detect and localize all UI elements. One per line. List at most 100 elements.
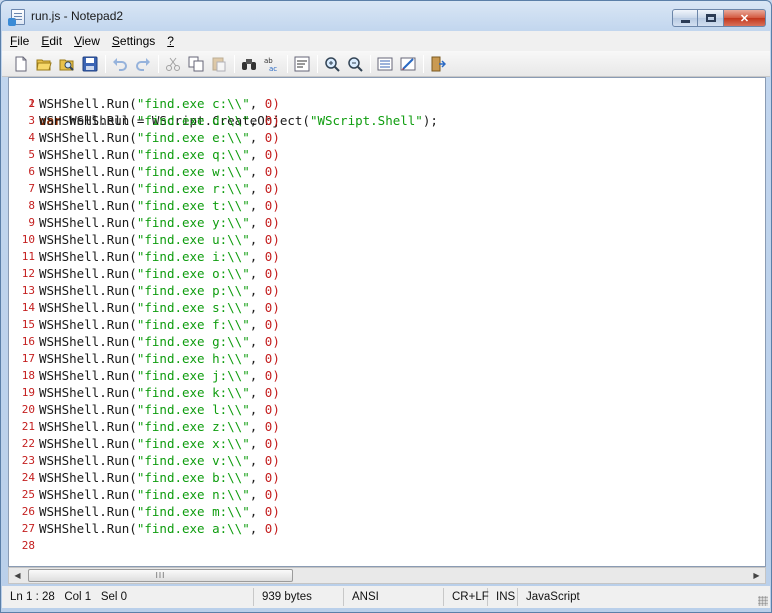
menu-edit[interactable]: Edit — [41, 34, 62, 48]
save-button[interactable] — [79, 53, 101, 75]
code-line[interactable]: 20 WSHShell.Run("find.exe l:\\", 0) — [9, 401, 765, 418]
toolbar-separator — [234, 54, 235, 73]
exit-button[interactable] — [427, 53, 449, 75]
scroll-right-button[interactable]: ▶ — [748, 568, 765, 583]
copy-icon — [188, 56, 204, 71]
code-line[interactable]: 28 — [9, 537, 765, 554]
minimize-button[interactable] — [672, 9, 698, 27]
new-file-icon — [15, 56, 27, 71]
code-line[interactable]: 19 WSHShell.Run("find.exe k:\\", 0) — [9, 384, 765, 401]
code-text: WSHShell.Run("find.exe j:\\", 0) — [39, 368, 280, 383]
paste-button[interactable] — [208, 53, 230, 75]
code-line[interactable]: 13 WSHShell.Run("find.exe p:\\", 0) — [9, 282, 765, 299]
code-text: WSHShell.Run("find.exe t:\\", 0) — [39, 198, 280, 213]
code-line[interactable]: 23 WSHShell.Run("find.exe v:\\", 0) — [9, 452, 765, 469]
code-line[interactable]: 11 WSHShell.Run("find.exe i:\\", 0) — [9, 248, 765, 265]
code-line[interactable]: 8 WSHShell.Run("find.exe t:\\", 0) — [9, 197, 765, 214]
code-line[interactable]: 10 WSHShell.Run("find.exe u:\\", 0) — [9, 231, 765, 248]
toolbar-separator — [370, 54, 371, 73]
line-number: 25 — [21, 488, 35, 501]
code-line[interactable]: 12 WSHShell.Run("find.exe o:\\", 0) — [9, 265, 765, 282]
status-eol[interactable]: CR+LF — [444, 588, 489, 606]
code-text: WSHShell.Run("find.exe e:\\", 0) — [39, 130, 280, 145]
line-number: 3 — [28, 114, 35, 127]
code-text: WSHShell.Run("find.exe b:\\", 0) — [39, 470, 280, 485]
redo-button[interactable] — [132, 53, 154, 75]
code-line[interactable]: 1 var WSHShell = WScript.CreateObject("W… — [9, 78, 765, 128]
status-encoding[interactable]: ANSI — [344, 588, 444, 606]
close-button[interactable]: ✕ — [724, 9, 766, 27]
toolbar-separator — [423, 54, 424, 73]
cut-button[interactable] — [162, 53, 184, 75]
title-bar[interactable]: run.js - Notepad2 ✕ — [1, 1, 771, 31]
code-line[interactable]: 14 WSHShell.Run("find.exe s:\\", 0) — [9, 299, 765, 316]
line-number: 22 — [21, 437, 35, 450]
menu-view[interactable]: View — [74, 34, 100, 48]
redo-icon — [136, 57, 150, 71]
scheme-button[interactable] — [374, 53, 396, 75]
undo-button[interactable] — [109, 53, 131, 75]
resize-grip-icon[interactable] — [758, 596, 768, 606]
save-icon — [82, 56, 98, 71]
code-line[interactable]: 6 WSHShell.Run("find.exe w:\\", 0) — [9, 163, 765, 180]
replace-button[interactable]: ab ac — [261, 53, 283, 75]
code-text: WSHShell.Run("find.exe r:\\", 0) — [39, 181, 280, 196]
code-text: WSHShell.Run("find.exe d:\\", 0) — [39, 113, 280, 128]
code-line[interactable]: 2 WSHShell.Run("find.exe c:\\", 0) — [9, 95, 765, 112]
new-file-button[interactable] — [10, 53, 32, 75]
horizontal-scrollbar[interactable]: ◀ III ▶ — [8, 567, 766, 584]
window-controls: ✕ — [672, 9, 766, 27]
scrollbar-thumb[interactable]: III — [28, 569, 293, 582]
code-line[interactable]: 16 WSHShell.Run("find.exe g:\\", 0) — [9, 333, 765, 350]
minimize-icon — [680, 19, 690, 23]
code-line[interactable]: 17 WSHShell.Run("find.exe h:\\", 0) — [9, 350, 765, 367]
code-line[interactable]: 21 WSHShell.Run("find.exe z:\\", 0) — [9, 418, 765, 435]
scroll-left-button[interactable]: ◀ — [9, 568, 26, 583]
code-line[interactable]: 24 WSHShell.Run("find.exe b:\\", 0) — [9, 469, 765, 486]
menu-file[interactable]: File — [10, 34, 29, 48]
word-wrap-button[interactable] — [291, 53, 313, 75]
line-number: 12 — [21, 267, 35, 280]
svg-text:ab: ab — [264, 57, 273, 65]
code-line[interactable]: 15 WSHShell.Run("find.exe f:\\", 0) — [9, 316, 765, 333]
line-number: 19 — [21, 386, 35, 399]
code-line[interactable]: 22 WSHShell.Run("find.exe x:\\", 0) — [9, 435, 765, 452]
copy-button[interactable] — [185, 53, 207, 75]
toolbar: ab ac — [2, 51, 770, 77]
code-line[interactable]: 25 WSHShell.Run("find.exe n:\\", 0) — [9, 486, 765, 503]
code-line[interactable]: 5 WSHShell.Run("find.exe q:\\", 0) — [9, 146, 765, 163]
line-number: 9 — [28, 216, 35, 229]
scheme-icon — [377, 57, 393, 70]
code-line[interactable]: 27 WSHShell.Run("find.exe a:\\", 0) — [9, 520, 765, 537]
toolbar-separator — [287, 54, 288, 73]
code-line[interactable]: 9 WSHShell.Run("find.exe y:\\", 0) — [9, 214, 765, 231]
line-number: 10 — [21, 233, 35, 246]
line-number: 11 — [21, 250, 35, 263]
code-text: WSHShell.Run("find.exe x:\\", 0) — [39, 436, 280, 451]
find-button[interactable] — [238, 53, 260, 75]
status-mode[interactable]: INS — [488, 588, 518, 606]
customize-schemes-button[interactable] — [397, 53, 419, 75]
maximize-button[interactable] — [698, 9, 724, 27]
menu-settings[interactable]: Settings — [112, 34, 155, 48]
zoom-out-button[interactable] — [344, 53, 366, 75]
status-position: Ln 1 : 28 Col 1 Sel 0 — [2, 588, 254, 606]
code-line[interactable]: 3 WSHShell.Run("find.exe d:\\", 0) — [9, 112, 765, 129]
code-text: WSHShell.Run("find.exe v:\\", 0) — [39, 453, 280, 468]
zoom-in-button[interactable] — [321, 53, 343, 75]
code-line[interactable]: 7 WSHShell.Run("find.exe r:\\", 0) — [9, 180, 765, 197]
undo-icon — [113, 57, 127, 71]
notepad2-app-icon[interactable] — [8, 9, 25, 26]
browse-button[interactable] — [56, 53, 78, 75]
status-lexer[interactable]: JavaScript — [518, 588, 718, 606]
code-text: WSHShell.Run("find.exe q:\\", 0) — [39, 147, 280, 162]
open-file-button[interactable] — [33, 53, 55, 75]
browse-folder-icon — [59, 59, 74, 71]
code-line[interactable]: 26 WSHShell.Run("find.exe m:\\", 0) — [9, 503, 765, 520]
menu-help[interactable]: ? — [167, 34, 174, 48]
code-line[interactable]: 4 WSHShell.Run("find.exe e:\\", 0) — [9, 129, 765, 146]
code-line[interactable]: 18 WSHShell.Run("find.exe j:\\", 0) — [9, 367, 765, 384]
text-editor[interactable]: 1 var WSHShell = WScript.CreateObject("W… — [8, 77, 766, 567]
paste-icon — [212, 57, 226, 71]
line-number: 4 — [28, 131, 35, 144]
